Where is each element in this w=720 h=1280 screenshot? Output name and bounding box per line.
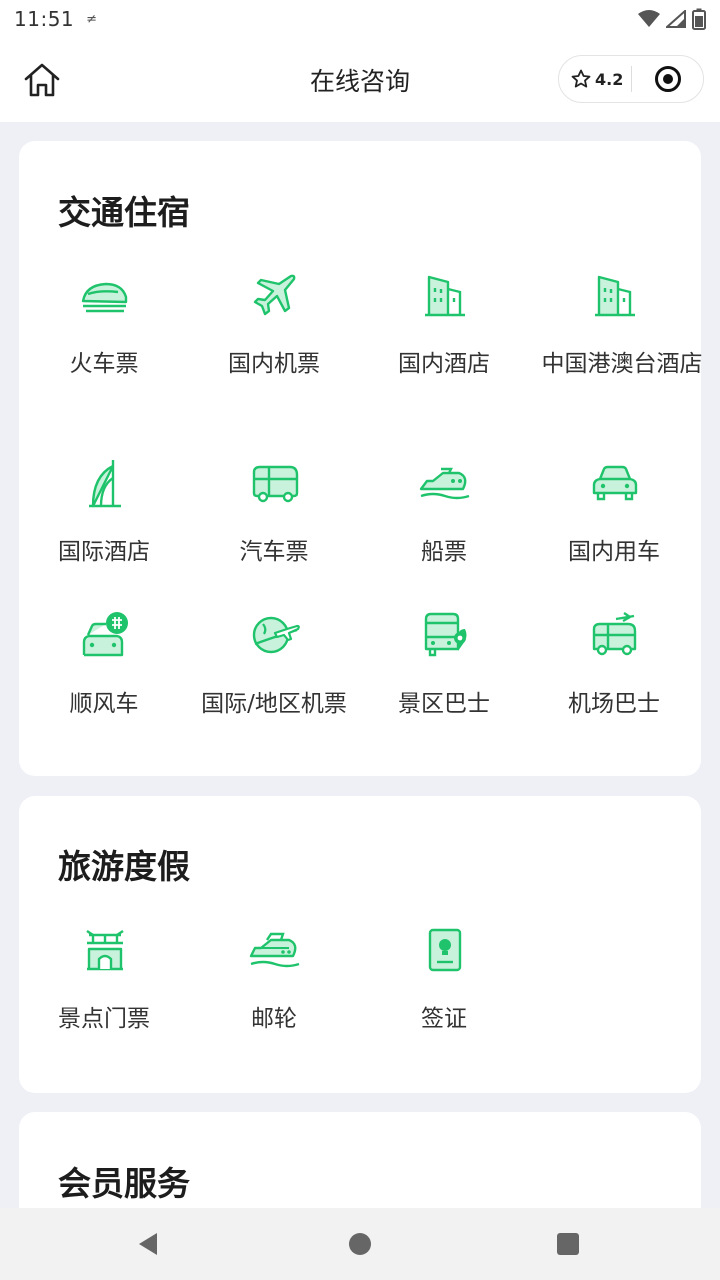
back-button[interactable] — [137, 1232, 161, 1256]
sail-hotel-icon — [79, 457, 131, 509]
service-label: 汽车票 — [239, 539, 309, 565]
service-label: 中国港澳台酒店 — [541, 351, 703, 377]
service-label: 国际/地区机票 — [201, 691, 347, 717]
service-label: 国际酒店 — [58, 539, 150, 565]
airport-bus-icon — [589, 609, 641, 661]
battery-icon — [692, 8, 706, 30]
home-button[interactable] — [22, 60, 62, 100]
section-title: 会员服务 — [58, 1164, 190, 1203]
service-item-airport-bus[interactable]: 机场巴士 — [529, 609, 699, 759]
service-item-domestic-hotel[interactable]: 国内酒店 — [359, 269, 529, 419]
service-item-train-ticket[interactable]: 火车票 — [19, 269, 189, 419]
rating-value: 4.2 — [595, 69, 624, 89]
plane-icon — [249, 269, 301, 321]
service-label: 顺风车 — [69, 691, 139, 717]
service-item-hk-macau-tw-hotel[interactable]: 中国港澳台酒店 — [529, 269, 703, 439]
status-indicator: ≠ — [86, 11, 98, 27]
star-icon — [571, 69, 591, 88]
service-item-ferry-ticket[interactable]: 船票 — [359, 457, 529, 607]
hotel-icon — [419, 269, 471, 321]
back-triangle-icon — [139, 1233, 157, 1255]
service-item-carpool[interactable]: 顺风车 — [19, 609, 189, 759]
service-item-scenic-bus[interactable]: 景区巴士 — [359, 609, 529, 759]
service-item-cruise[interactable]: 邮轮 — [189, 924, 359, 1074]
visa-icon — [419, 924, 471, 976]
train-icon — [79, 269, 131, 321]
mini-program-capsule: 4.2 — [558, 55, 704, 103]
scenic-bus-icon — [419, 609, 471, 661]
bus-icon — [249, 457, 301, 509]
status-time: 11:51 — [14, 7, 75, 31]
service-item-visa[interactable]: 签证 — [359, 924, 529, 1074]
gate-icon — [79, 924, 131, 976]
recents-button[interactable] — [556, 1232, 580, 1256]
service-label: 国内机票 — [228, 351, 320, 377]
service-item-bus-ticket[interactable]: 汽车票 — [189, 457, 359, 607]
wifi-icon — [638, 10, 660, 27]
section-title: 交通住宿 — [58, 193, 190, 232]
ship-icon — [419, 457, 471, 509]
rating-button[interactable]: 4.2 — [559, 69, 631, 89]
home-nav-button[interactable] — [348, 1232, 372, 1256]
close-target-button[interactable] — [632, 65, 703, 93]
home-icon — [24, 63, 60, 97]
service-item-domestic-car[interactable]: 国内用车 — [529, 457, 699, 607]
service-label: 机场巴士 — [568, 691, 660, 717]
service-label: 船票 — [421, 539, 467, 565]
service-label: 火车票 — [69, 351, 139, 377]
target-icon — [654, 66, 681, 92]
service-item-domestic-flight[interactable]: 国内机票 — [189, 269, 359, 419]
service-label: 景区巴士 — [398, 691, 490, 717]
page-title: 在线咨询 — [309, 67, 410, 96]
home-circle-icon — [349, 1233, 371, 1255]
service-label: 国内用车 — [568, 539, 660, 565]
hotel-icon — [589, 269, 641, 321]
section-title: 旅游度假 — [58, 847, 190, 886]
service-item-intl-flight[interactable]: 国际/地区机票 — [189, 609, 359, 759]
status-bar: 11:51 ≠ — [0, 0, 720, 38]
signal-icon — [666, 10, 686, 28]
title-bar: 在线咨询 4.2 — [0, 38, 720, 122]
section-card-vacation: 旅游度假 景点门票 邮轮 签证 — [19, 796, 701, 1093]
service-label: 签证 — [421, 1006, 467, 1032]
service-label: 国内酒店 — [398, 351, 490, 377]
status-icons — [638, 8, 706, 30]
cruise-icon — [249, 924, 301, 976]
car-icon — [589, 457, 641, 509]
service-item-scenic-tickets[interactable]: 景点门票 — [19, 924, 189, 1074]
system-nav-bar — [0, 1208, 720, 1280]
carpool-icon — [79, 609, 131, 661]
section-card-transport: 交通住宿 火车票 国内机票 国内酒店 中国港澳台酒店 国际酒店 汽车票 船票 国… — [19, 141, 703, 776]
recents-square-icon — [557, 1233, 579, 1255]
service-label: 景点门票 — [58, 1006, 150, 1032]
globe-plane-icon — [249, 609, 301, 661]
service-label: 邮轮 — [251, 1006, 297, 1032]
service-item-intl-hotel[interactable]: 国际酒店 — [19, 457, 189, 607]
